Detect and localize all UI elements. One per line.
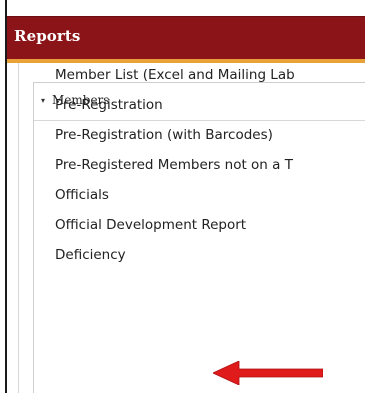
report-link-deficiency[interactable]: Deficiency xyxy=(55,246,332,276)
report-link-official-development[interactable]: Official Development Report xyxy=(55,216,332,246)
reports-window: Reports ▾ Members Member List (Excel and… xyxy=(0,0,365,393)
report-link-pre-registered-not-on-team[interactable]: Pre-Registered Members not on a T xyxy=(55,156,332,186)
red-arrow-icon xyxy=(213,361,323,385)
report-link-pre-registration[interactable]: Pre-Registration xyxy=(55,96,332,126)
report-link-officials[interactable]: Officials xyxy=(55,186,332,216)
page-title: Reports xyxy=(14,27,81,45)
reports-header: Reports xyxy=(7,16,365,60)
report-link-member-list[interactable]: Member List (Excel and Mailing Lab xyxy=(55,66,332,96)
report-link-pre-registration-barcodes[interactable]: Pre-Registration (with Barcodes) xyxy=(55,126,332,156)
caret-down-icon: ▾ xyxy=(41,96,46,105)
members-report-list: Member List (Excel and Mailing Lab Pre-R… xyxy=(55,66,332,276)
